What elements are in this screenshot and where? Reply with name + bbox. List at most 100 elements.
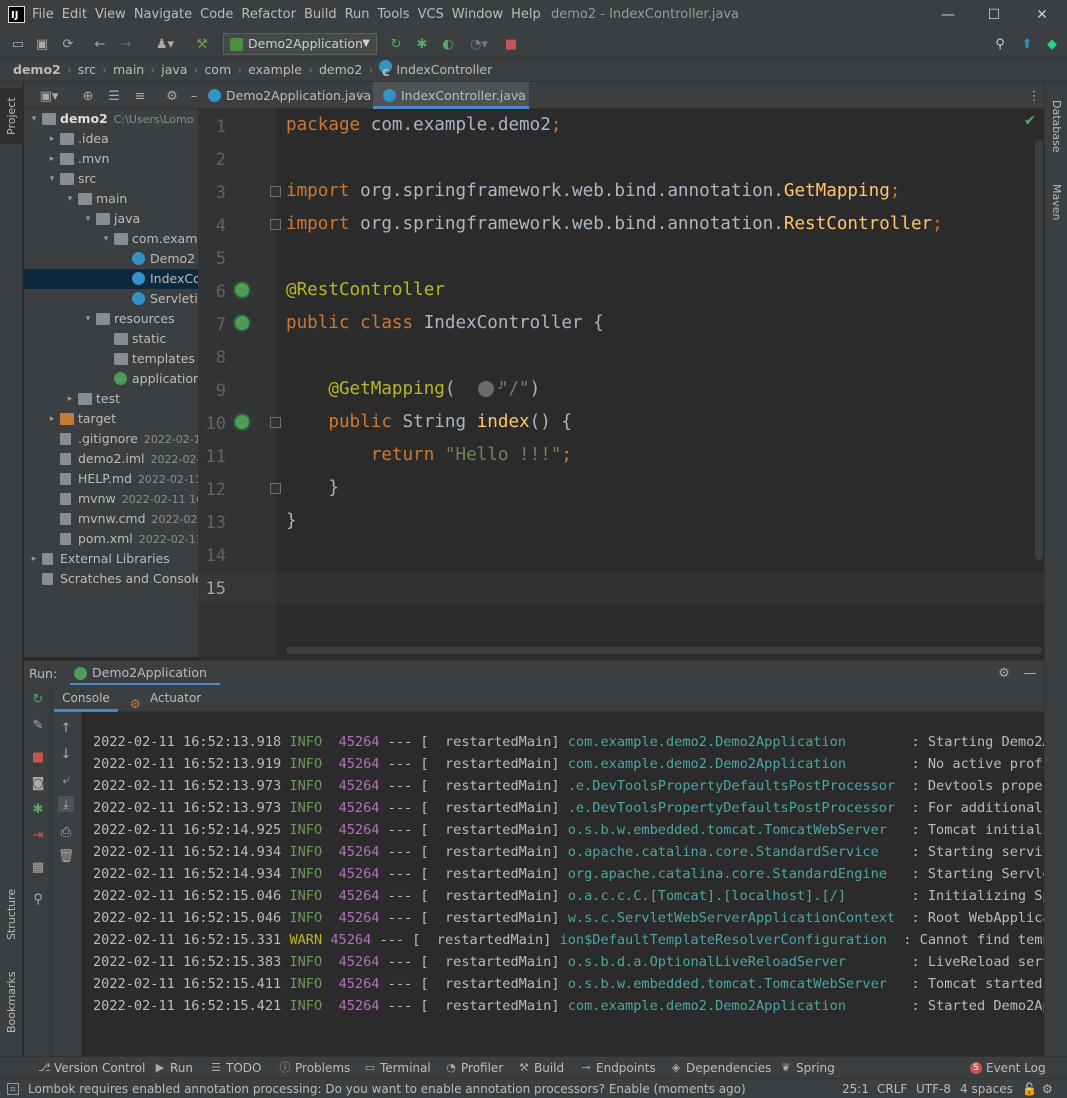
tree-item[interactable]: ▸ .mvn [24,149,198,169]
trash-icon[interactable]: 🗑 [58,848,75,864]
hide-panel-icon[interactable]: — [1020,663,1040,683]
tab-demo2application[interactable]: Demo2Application.java ✕ [198,82,372,109]
console-output[interactable]: 2022-02-11 16:52:13.918 INFO 45264 --- [… [82,712,1044,1056]
web-mapping-gutter-icon[interactable] [233,413,251,431]
bean-gutter-icon[interactable] [233,314,251,332]
chevron-down-icon[interactable]: ▾ [83,309,93,329]
tree-item[interactable]: ▸ External Libraries [24,549,198,569]
breadcrumb-item[interactable]: com [204,58,231,82]
breadcrumb-item[interactable]: java [161,58,187,82]
editor-vertical-scrollbar[interactable] [1035,140,1043,560]
sync-icon[interactable]: ⟳ [58,34,78,54]
scroll-to-end-icon[interactable]: ⤓ [58,796,74,812]
indent-setting[interactable]: 4 spaces [960,1079,1013,1098]
breadcrumb-item[interactable]: main [113,58,144,82]
chevron-down-icon[interactable]: ▾ [29,109,39,129]
tool-window-todo[interactable]: ☰ TODO [208,1057,261,1079]
file-encoding[interactable]: UTF-8 [916,1079,951,1098]
tool-window-endpoints[interactable]: ⊸ Endpoints [578,1057,655,1079]
project-tool-tab[interactable]: Project [0,88,23,144]
tool-window-dependencies[interactable]: ◈ Dependencies [668,1057,772,1079]
caret-position[interactable]: 25:1 [842,1079,869,1098]
tree-item[interactable]: ▾ resources [24,309,198,329]
tree-item[interactable]: Servletin [24,289,198,309]
chevron-down-icon[interactable]: ▾ [101,229,111,249]
tree-item[interactable]: ▸ .idea [24,129,198,149]
bean-check-gutter-icon[interactable] [233,281,251,299]
stop-icon[interactable]: ■ [501,34,521,54]
camera-icon[interactable]: ◙ [30,775,46,791]
tool-window-build[interactable]: ⚒ Build [516,1057,564,1079]
open-folder-icon[interactable]: ▭ [8,34,28,54]
tree-item[interactable]: ▾ main [24,189,198,209]
tree-item[interactable]: demo2.iml 2022-02- [24,449,198,469]
menu-view[interactable]: View [91,0,130,30]
chevron-down-icon[interactable]: ▾ [65,189,75,209]
menu-code[interactable]: Code [196,0,237,30]
layout-icon[interactable]: ▦ [30,859,46,875]
notifications-icon[interactable]: ⚙ [1042,1079,1053,1098]
tree-item[interactable]: templates [24,349,198,369]
tool-window-spring[interactable]: ❦ Spring [778,1057,834,1079]
tree-item[interactable]: application [24,369,198,389]
menu-tools[interactable]: Tools [374,0,414,30]
tree-item[interactable]: mvnw.cmd 2022-02- [24,509,198,529]
breadcrumb-item[interactable]: demo2 [319,58,362,82]
menu-edit[interactable]: Edit [58,0,91,30]
debug-icon[interactable]: ✱ [412,34,432,54]
tree-item[interactable]: ▾ java [24,209,198,229]
tree-item[interactable]: ▸ target [24,409,198,429]
breadcrumb-item[interactable]: src [78,58,96,82]
back-icon[interactable]: ← [90,34,110,54]
chevron-right-icon[interactable]: ▸ [65,389,75,409]
tree-item[interactable]: ▾ demo2 C:\Users\Lomo [24,109,198,129]
maximize-button[interactable]: ☐ [971,0,1017,30]
tab-indexcontroller[interactable]: IndexController.java ✕ [373,82,529,109]
status-message[interactable]: Lombok requires enabled annotation proce… [28,1079,746,1098]
breadcrumb-item[interactable]: c IndexController [379,58,492,82]
minimize-button[interactable]: — [925,0,971,30]
gear-icon[interactable]: ⚙ [162,86,182,106]
lock-icon[interactable]: 🔓 [1022,1079,1037,1098]
tree-item[interactable]: Demo2 [24,249,198,269]
menu-run[interactable]: Run [341,0,374,30]
menu-file[interactable]: File [28,0,58,30]
tree-item[interactable]: static [24,329,198,349]
chevron-right-icon[interactable]: ▸ [29,549,39,569]
tree-item[interactable]: pom.xml 2022-02-11 [24,529,198,549]
jetbrains-toolbox-icon[interactable]: ◆ [1042,34,1062,54]
chevron-right-icon[interactable]: ▸ [47,149,57,169]
soft-wrap-icon[interactable]: ⤶ [58,772,74,788]
menu-build[interactable]: Build [300,0,341,30]
structure-tool-tab[interactable]: Structure [0,882,23,946]
tab-run-demo2application[interactable]: Demo2Application ✕ [70,661,220,704]
run-configuration-select[interactable]: Demo2Application ▼ [223,33,377,55]
vcs-user-icon[interactable]: ♟▾ [150,34,180,54]
tool-window-version-control[interactable]: ⎇ Version Control [36,1057,145,1079]
close-tab-icon[interactable]: ✕ [514,82,523,109]
breadcrumb-item[interactable]: demo2 [13,58,61,82]
exit-icon[interactable]: ⇥ [30,827,46,843]
chevron-right-icon[interactable]: ▸ [47,409,57,429]
fold-marker-icon[interactable] [270,417,281,428]
tree-item[interactable]: IndexCo [24,269,198,289]
line-separator[interactable]: CRLF [877,1079,907,1098]
tool-window-problems[interactable]: ⓘ Problems [277,1057,351,1079]
scroll-down-icon[interactable]: ↓ [58,746,74,762]
tree-item[interactable]: .gitignore 2022-02-11 [24,429,198,449]
editor-horizontal-scrollbar[interactable] [286,647,1042,654]
chevron-down-icon[interactable]: ▾ [83,209,93,229]
menu-help[interactable]: Help [507,0,545,30]
stop-icon[interactable]: ■ [30,749,46,765]
tree-item[interactable]: ▾ com.examp [24,229,198,249]
close-tab-icon[interactable]: ✕ [357,82,366,109]
search-icon[interactable]: ⚲ [990,34,1010,54]
chevron-right-icon[interactable]: ▸ [47,129,57,149]
menu-vcs[interactable]: VCS [414,0,448,30]
rerun-icon[interactable]: ↻ [386,34,406,54]
close-button[interactable]: ✕ [1019,0,1065,30]
rerun-icon[interactable]: ↻ [30,691,46,707]
menu-navigate[interactable]: Navigate [130,0,196,30]
tool-window-terminal[interactable]: ▭ Terminal [362,1057,431,1079]
locate-icon[interactable]: ⊕ [78,86,98,106]
